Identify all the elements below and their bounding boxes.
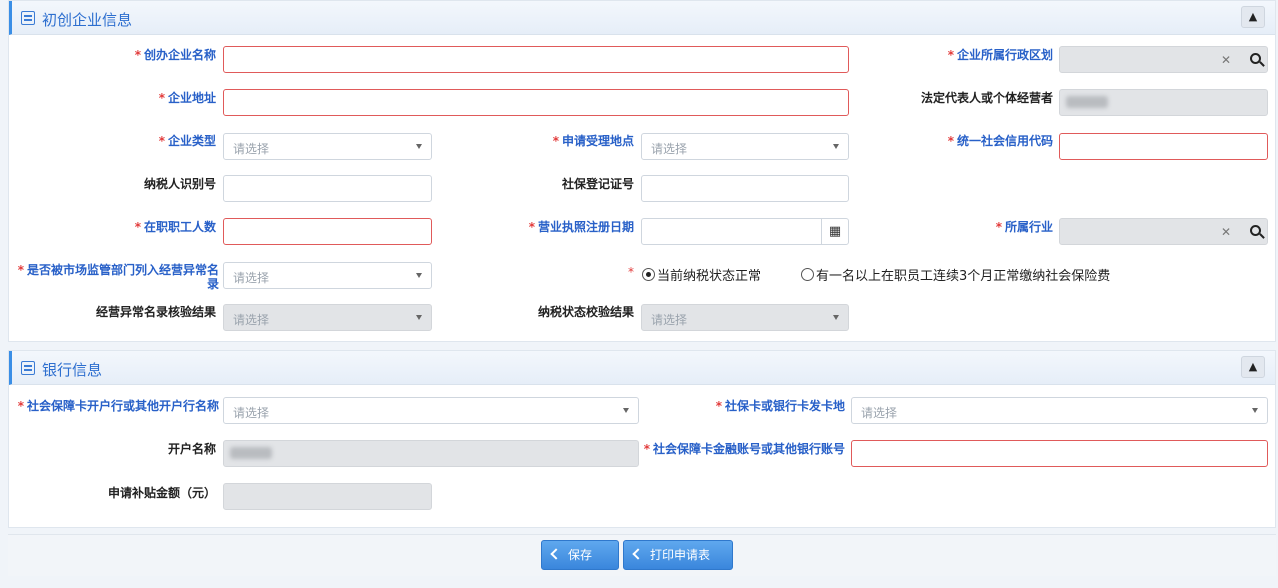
- chevron-down-icon: [623, 408, 629, 413]
- abnormal-check-select: 请选择: [223, 304, 432, 331]
- address-input[interactable]: [223, 89, 849, 116]
- credit-code-input[interactable]: [1059, 133, 1268, 160]
- bank-info-title: 银行信息: [42, 361, 103, 379]
- abnormal-check-placeholder: 请选择: [233, 313, 270, 327]
- insured-radio[interactable]: [801, 268, 814, 281]
- required-star: *: [628, 265, 634, 279]
- abnormal-listed-placeholder: 请选择: [233, 271, 270, 285]
- chevron-down-icon: [833, 144, 839, 149]
- social-security-no-input[interactable]: [641, 175, 849, 202]
- tax-check-select: 请选择: [641, 304, 849, 331]
- region-label-text: 企业所属行政区划: [956, 48, 1053, 62]
- apply-location-label: * 申请受理地点: [552, 134, 634, 148]
- search-icon[interactable]: [1250, 53, 1261, 64]
- account-no-label-text: 社会保障卡金融账号或其他银行账号: [652, 442, 845, 456]
- card-issue-place-placeholder: 请选择: [861, 406, 898, 420]
- employees-label-text: 在职职工人数: [143, 220, 216, 234]
- redacted-value: [230, 447, 272, 459]
- abnormal-listed-label: * 是否被市场监管部门列入经营异常名录: [17, 263, 219, 291]
- license-date-label: * 营业执照注册日期: [528, 220, 634, 234]
- subsidy-amount-field: [223, 483, 432, 510]
- tax-check-label: 纳税状态校验结果: [537, 305, 634, 319]
- tax-normal-label: 当前纳税状态正常: [657, 269, 762, 284]
- company-type-placeholder: 请选择: [233, 142, 270, 156]
- save-button[interactable]: 保存: [541, 540, 619, 570]
- account-name-label: 开户名称: [167, 442, 216, 456]
- card-bank-select[interactable]: 请选择: [223, 397, 639, 424]
- clear-icon[interactable]: ✕: [1221, 225, 1231, 239]
- bank-info-header: 银行信息 ▲: [9, 351, 1275, 385]
- legal-rep-label: 法定代表人或个体经营者: [920, 91, 1053, 105]
- chevron-left-icon: [632, 548, 644, 560]
- print-button[interactable]: 打印申请表: [623, 540, 733, 570]
- abnormal-check-label: 经营异常名录核验结果: [95, 305, 216, 319]
- chevron-down-icon: [416, 273, 422, 278]
- card-issue-place-select[interactable]: 请选择: [851, 397, 1268, 424]
- chevron-down-icon: [416, 144, 422, 149]
- card-bank-label: * 社会保障卡开户行或其他开户行名称: [17, 399, 219, 413]
- startup-info-title: 初创企业信息: [42, 11, 133, 29]
- chevron-down-icon: [416, 315, 422, 320]
- social-security-no-label: 社保登记证号: [561, 177, 634, 191]
- redacted-value: [1066, 96, 1108, 108]
- company-name-label-text: 创办企业名称: [143, 48, 216, 62]
- taxpayer-id-input[interactable]: [223, 175, 432, 202]
- abnormal-listed-select[interactable]: 请选择: [223, 262, 432, 289]
- address-label: * 企业地址: [158, 91, 216, 105]
- license-date-label-text: 营业执照注册日期: [537, 220, 634, 234]
- industry-label: * 所属行业: [995, 220, 1053, 234]
- company-name-label: * 创办企业名称: [134, 48, 216, 62]
- account-name-field: [223, 440, 639, 467]
- clear-icon[interactable]: ✕: [1221, 53, 1231, 67]
- credit-code-label: * 统一社会信用代码: [947, 134, 1053, 148]
- collapse-button[interactable]: ▲: [1241, 356, 1265, 378]
- apply-location-placeholder: 请选择: [651, 142, 688, 156]
- card-bank-label-text: 社会保障卡开户行或其他开户行名称: [26, 399, 219, 413]
- collapse-button[interactable]: ▲: [1241, 6, 1265, 28]
- insured-label: 有一名以上在职员工连续3个月正常缴纳社会保险费: [816, 269, 1111, 284]
- region-select[interactable]: ✕: [1059, 46, 1268, 73]
- tax-check-placeholder: 请选择: [651, 313, 688, 327]
- form-footer: 保存 打印申请表: [8, 534, 1276, 576]
- list-icon: [21, 11, 35, 25]
- company-type-label-text: 企业类型: [167, 134, 216, 148]
- employees-label: * 在职职工人数: [134, 220, 216, 234]
- industry-select[interactable]: ✕: [1059, 218, 1268, 245]
- account-no-input[interactable]: [851, 440, 1268, 467]
- chevron-left-icon: [550, 548, 562, 560]
- subsidy-amount-label: 申请补贴金额（元）: [107, 486, 216, 500]
- card-issue-place-label-text: 社保卡或银行卡发卡地: [724, 399, 845, 413]
- company-type-label: * 企业类型: [158, 134, 216, 148]
- abnormal-listed-label-text: 是否被市场监管部门列入经营异常名录: [26, 263, 219, 291]
- calendar-icon[interactable]: ▦: [821, 219, 848, 244]
- license-date-input[interactable]: ▦: [641, 218, 849, 245]
- region-label: * 企业所属行政区划: [947, 48, 1053, 62]
- employees-input[interactable]: [223, 218, 432, 245]
- print-button-label: 打印申请表: [650, 548, 711, 562]
- industry-label-text: 所属行业: [1004, 220, 1053, 234]
- list-icon: [21, 361, 35, 375]
- card-issue-place-label: * 社保卡或银行卡发卡地: [715, 399, 845, 413]
- apply-location-select[interactable]: 请选择: [641, 133, 849, 160]
- bank-info-panel: 银行信息 ▲: [8, 350, 1276, 528]
- legal-rep-field: [1059, 89, 1268, 116]
- chevron-down-icon: [1252, 408, 1258, 413]
- account-no-label: * 社会保障卡金融账号或其他银行账号: [643, 442, 845, 456]
- save-button-label: 保存: [568, 548, 593, 562]
- card-bank-placeholder: 请选择: [233, 406, 270, 420]
- company-type-select[interactable]: 请选择: [223, 133, 432, 160]
- credit-code-label-text: 统一社会信用代码: [956, 134, 1053, 148]
- tax-normal-radio[interactable]: [642, 268, 655, 281]
- startup-info-header: 初创企业信息 ▲: [9, 1, 1275, 35]
- address-label-text: 企业地址: [167, 91, 216, 105]
- chevron-down-icon: [833, 315, 839, 320]
- taxpayer-id-label: 纳税人识别号: [143, 177, 216, 191]
- apply-location-label-text: 申请受理地点: [561, 134, 634, 148]
- company-name-input[interactable]: [223, 46, 849, 73]
- search-icon[interactable]: [1250, 225, 1261, 236]
